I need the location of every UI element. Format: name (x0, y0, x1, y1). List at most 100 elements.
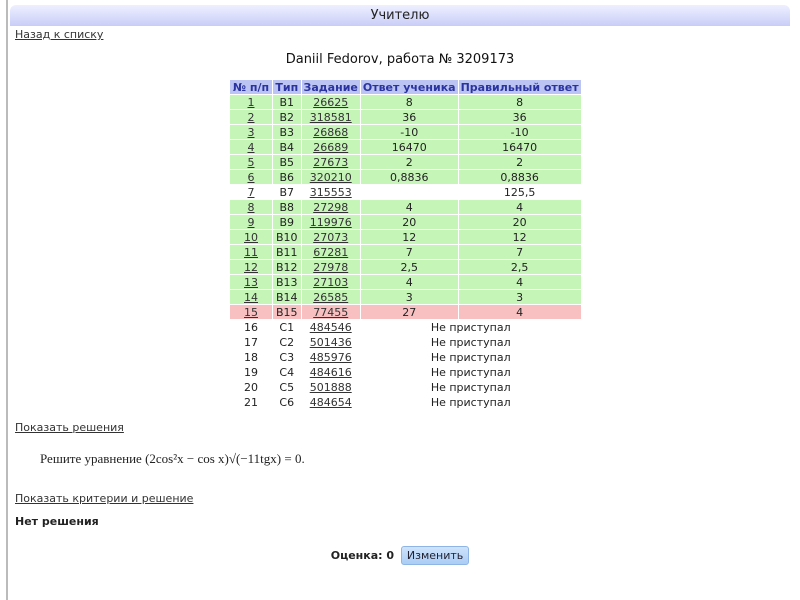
row-type: B8 (273, 200, 301, 214)
student-answer: 3 (360, 290, 458, 304)
back-to-list-link[interactable]: Назад к списку (15, 28, 103, 41)
task-link[interactable]: 27073 (313, 231, 348, 244)
task-link[interactable]: 485976 (310, 351, 352, 364)
task-link[interactable]: 320210 (310, 171, 352, 184)
table-row: 11 B11 67281 7 7 (230, 245, 581, 259)
task-link[interactable]: 26585 (313, 291, 348, 304)
student-answer: 16470 (360, 140, 458, 154)
task-link[interactable]: 26689 (313, 141, 348, 154)
row-type: B11 (273, 245, 301, 259)
row-number-link[interactable]: 7 (248, 186, 255, 199)
row-number-link[interactable]: 11 (244, 246, 258, 259)
task-link[interactable]: 26868 (313, 126, 348, 139)
col-correct-answer: Правильный ответ (458, 80, 581, 94)
table-row: 7 B7 315553 125,5 (230, 185, 581, 199)
row-type: B3 (273, 125, 301, 139)
table-row: 1 B1 26625 8 8 (230, 95, 581, 109)
row-type: B10 (273, 230, 301, 244)
task-link[interactable]: 27978 (313, 261, 348, 274)
row-number: 18 (230, 350, 272, 364)
task-link[interactable]: 27298 (313, 201, 348, 214)
table-row: 14 B14 26585 3 3 (230, 290, 581, 304)
show-solutions-link[interactable]: Показать решения (15, 421, 124, 434)
show-criteria-link[interactable]: Показать критерии и решение (15, 492, 193, 505)
page-header: Учителю (10, 5, 790, 26)
correct-answer: 20 (458, 215, 581, 229)
row-number-link[interactable]: 14 (244, 291, 258, 304)
table-row: 6 B6 320210 0,8836 0,8836 (230, 170, 581, 184)
row-number-link[interactable]: 12 (244, 261, 258, 274)
task-link[interactable]: 501888 (310, 381, 352, 394)
page-border (6, 0, 8, 600)
row-number-link[interactable]: 8 (248, 201, 255, 214)
table-row: 20 C5 501888 Не приступал (230, 380, 581, 394)
task-link[interactable]: 484546 (310, 321, 352, 334)
student-answer: 7 (360, 245, 458, 259)
table-row: 19 C4 484616 Не приступал (230, 365, 581, 379)
task-link[interactable]: 77455 (313, 306, 348, 319)
correct-answer: 125,5 (458, 185, 581, 199)
student-answer: 20 (360, 215, 458, 229)
row-number-link[interactable]: 2 (248, 111, 255, 124)
task-link[interactable]: 484616 (310, 366, 352, 379)
student-answer: 2 (360, 155, 458, 169)
no-solution-text: Нет решения (15, 515, 99, 528)
row-type: B6 (273, 170, 301, 184)
task-link[interactable]: 318581 (310, 111, 352, 124)
row-type: C3 (273, 350, 301, 364)
row-number-link[interactable]: 5 (248, 156, 255, 169)
not-attempted: Не приступал (360, 365, 581, 379)
table-row: 17 C2 501436 Не приступал (230, 335, 581, 349)
row-number-link[interactable]: 4 (248, 141, 255, 154)
row-number-link[interactable]: 6 (248, 171, 255, 184)
correct-answer: 8 (458, 95, 581, 109)
correct-answer: 2,5 (458, 260, 581, 274)
table-row: 16 C1 484546 Не приступал (230, 320, 581, 334)
row-type: B15 (273, 305, 301, 319)
task-link[interactable]: 67281 (313, 246, 348, 259)
correct-answer: 12 (458, 230, 581, 244)
row-type: B5 (273, 155, 301, 169)
correct-answer: 3 (458, 290, 581, 304)
task-link[interactable]: 27103 (313, 276, 348, 289)
correct-answer: 16470 (458, 140, 581, 154)
row-number-link[interactable]: 13 (244, 276, 258, 289)
student-answer: 36 (360, 110, 458, 124)
row-number-link[interactable]: 10 (244, 231, 258, 244)
row-number-link[interactable]: 15 (244, 306, 258, 319)
task-link[interactable]: 26625 (313, 96, 348, 109)
row-number-link[interactable]: 1 (248, 96, 255, 109)
task-link[interactable]: 484654 (310, 396, 352, 409)
correct-answer: 0,8836 (458, 170, 581, 184)
row-number: 16 (230, 320, 272, 334)
table-row: 12 B12 27978 2,5 2,5 (230, 260, 581, 274)
task-link[interactable]: 119976 (310, 216, 352, 229)
row-type: C6 (273, 395, 301, 409)
table-header-row: № п/п Тип Задание Ответ ученика Правильн… (230, 80, 581, 94)
grade-label: Оценка: 0 (330, 549, 395, 562)
student-answer (360, 185, 458, 199)
task-link[interactable]: 315553 (310, 186, 352, 199)
row-type: B2 (273, 110, 301, 124)
student-answer: 0,8836 (360, 170, 458, 184)
col-number: № п/п (230, 80, 272, 94)
table-row: 4 B4 26689 16470 16470 (230, 140, 581, 154)
not-attempted: Не приступал (360, 350, 581, 364)
table-row: 9 B9 119976 20 20 (230, 215, 581, 229)
row-number-link[interactable]: 9 (248, 216, 255, 229)
task-link[interactable]: 27673 (313, 156, 348, 169)
change-grade-button[interactable]: Изменить (400, 546, 470, 565)
row-type: B13 (273, 275, 301, 289)
student-answer: 4 (360, 200, 458, 214)
student-answer: 4 (360, 275, 458, 289)
task-link[interactable]: 501436 (310, 336, 352, 349)
not-attempted: Не приступал (360, 335, 581, 349)
grade-section: Оценка: 0 Изменить (0, 546, 800, 565)
row-number: 21 (230, 395, 272, 409)
task-statement: Решите уравнение (2cos²x − cos x)√(−11tg… (40, 451, 305, 466)
correct-answer: 2 (458, 155, 581, 169)
row-type: B12 (273, 260, 301, 274)
correct-answer: 7 (458, 245, 581, 259)
table-row: 2 B2 318581 36 36 (230, 110, 581, 124)
row-number-link[interactable]: 3 (248, 126, 255, 139)
